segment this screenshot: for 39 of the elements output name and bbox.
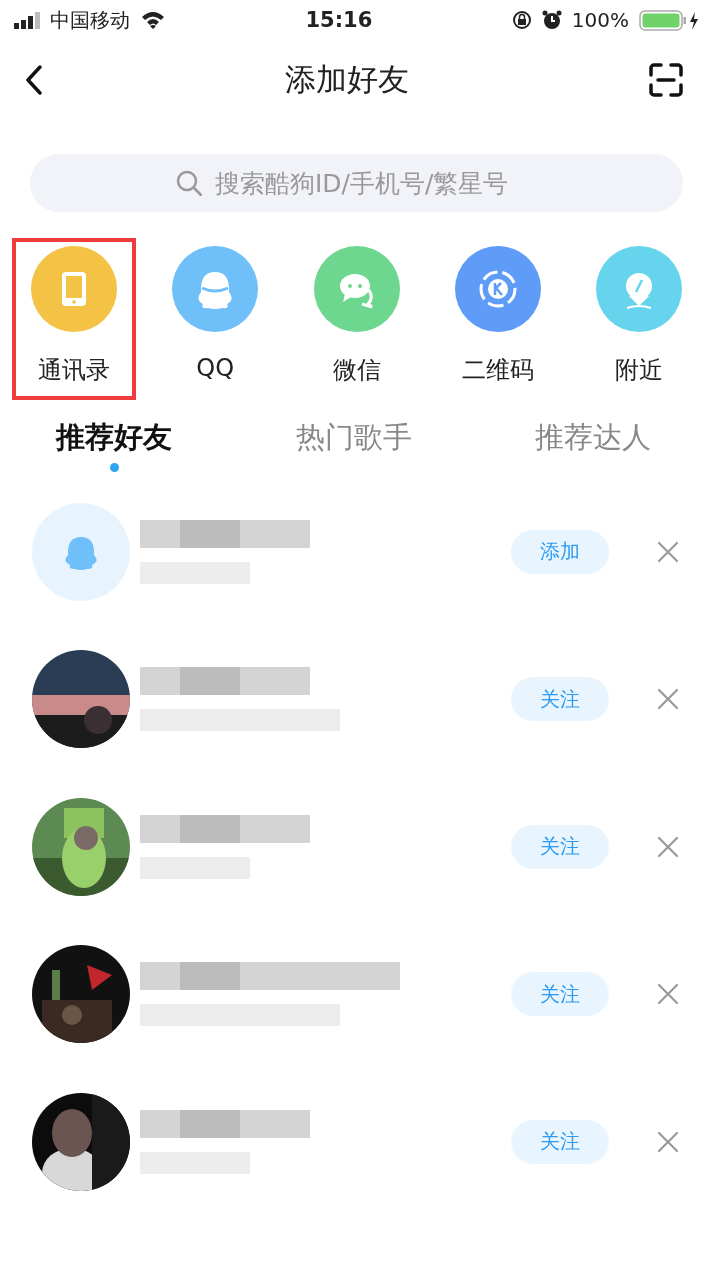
clock-time: 15:16 [305, 8, 373, 32]
shortcut-button[interactable]: 微信 [294, 238, 419, 400]
shortcut-button[interactable]: 通讯录 [12, 238, 136, 400]
dismiss-button[interactable] [657, 540, 679, 563]
follow-button[interactable]: 关注 [511, 824, 609, 869]
follow-button[interactable]: 关注 [511, 677, 609, 722]
dismiss-button[interactable] [657, 983, 679, 1006]
search-field[interactable]: 搜索酷狗ID/手机号/繁星号 [30, 154, 683, 212]
back-button[interactable] [24, 64, 44, 96]
follow-button[interactable]: 关注 [511, 1119, 609, 1164]
search-icon [176, 170, 202, 196]
battery-percent: 100% [571, 8, 629, 32]
close-icon [657, 1130, 679, 1153]
signal-icon [14, 11, 40, 29]
close-icon [657, 835, 679, 858]
carrier-name: 中国移动 [50, 6, 130, 34]
wifi-icon [140, 10, 166, 30]
shortcut-button[interactable]: 二维码 [435, 238, 560, 400]
dismiss-button[interactable] [657, 835, 679, 858]
back-icon [24, 64, 44, 96]
tab[interactable]: 热门歌手 [293, 410, 414, 476]
tab[interactable]: 推荐好友 [54, 410, 174, 476]
penguin-avatar-icon [32, 502, 130, 601]
tab[interactable]: 推荐达人 [533, 410, 653, 476]
page-title: 添加好友 [284, 60, 409, 99]
scan-button[interactable] [649, 63, 683, 97]
shortcut-button[interactable]: 附近 [577, 238, 701, 400]
close-icon [657, 983, 679, 1006]
rotation-lock-icon [511, 10, 532, 30]
dismiss-button[interactable] [657, 688, 679, 711]
dismiss-button[interactable] [657, 1130, 679, 1153]
alarm-icon [541, 10, 562, 30]
scan-icon [649, 63, 683, 97]
shortcut-button[interactable]: QQ [153, 238, 278, 400]
follow-button[interactable]: 关注 [511, 972, 609, 1017]
follow-button[interactable]: 添加 [511, 529, 609, 574]
close-icon [657, 540, 679, 563]
close-icon [657, 688, 679, 711]
battery-icon [639, 9, 699, 31]
